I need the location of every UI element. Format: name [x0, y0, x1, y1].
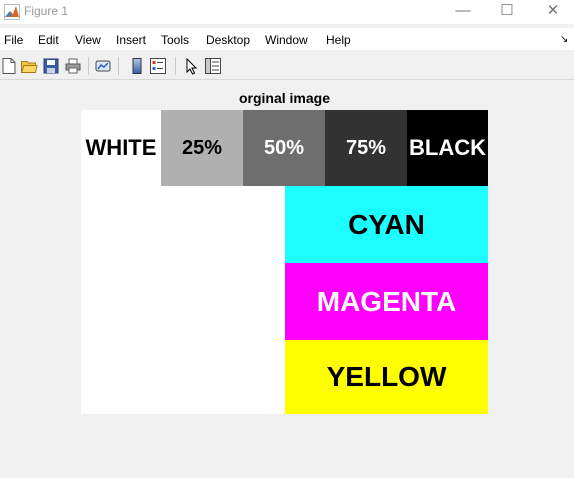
link-plot-icon[interactable]: [94, 57, 112, 75]
insert-legend-icon[interactable]: [149, 57, 167, 75]
toolbar-separator: [175, 57, 176, 75]
maximize-button[interactable]: ☐: [484, 0, 530, 24]
swatch-gray-50-label: 50%: [263, 136, 305, 159]
open-file-icon[interactable]: [20, 57, 38, 75]
toolbar-separator: [88, 57, 89, 75]
swatch-gray-50: 50%: [243, 110, 325, 186]
maximize-icon: ☐: [500, 2, 514, 19]
menu-bar: File Edit View Insert Tools Desktop Wind…: [0, 28, 574, 50]
swatch-magenta: MAGENTA: [285, 263, 488, 340]
minimize-button[interactable]: —: [440, 0, 486, 24]
toolbar-separator: [118, 57, 119, 75]
property-inspector-icon[interactable]: [204, 57, 222, 75]
menu-file[interactable]: File: [4, 33, 23, 47]
edit-plot-icon[interactable]: [183, 57, 201, 75]
close-icon: ✕: [546, 2, 560, 19]
swatch-gray-25-label: 25%: [181, 136, 223, 159]
swatch-cyan: CYAN: [285, 186, 488, 263]
swatch-cyan-label: CYAN: [348, 208, 425, 240]
menu-overflow-icon[interactable]: ↘: [560, 34, 568, 45]
swatch-black: BLACK: [407, 110, 488, 186]
menu-desktop[interactable]: Desktop: [206, 33, 250, 47]
swatch-magenta-label: MAGENTA: [316, 285, 457, 317]
menu-insert[interactable]: Insert: [116, 33, 146, 47]
menu-tools[interactable]: Tools: [161, 33, 189, 47]
image-display: WHITE 25% 50% 75% BLACK CYAN MAGENTA YEL…: [81, 110, 488, 414]
window-title: Figure 1: [24, 4, 69, 18]
swatch-gray-75-label: 75%: [345, 136, 387, 159]
menu-window[interactable]: Window: [265, 33, 308, 47]
close-button[interactable]: ✕: [530, 0, 574, 24]
swatch-gray-75: 75%: [325, 110, 407, 186]
swatch-black-label: BLACK: [409, 135, 486, 160]
swatch-yellow: YELLOW: [285, 340, 488, 414]
new-figure-icon[interactable]: [0, 57, 18, 75]
menu-help[interactable]: Help: [326, 33, 351, 47]
insert-colorbar-icon[interactable]: [128, 57, 146, 75]
print-icon[interactable]: [64, 57, 82, 75]
swatch-yellow-label: YELLOW: [326, 361, 447, 392]
minimize-icon: —: [455, 2, 471, 19]
swatch-white: WHITE: [81, 110, 161, 186]
swatch-white-label: WHITE: [85, 135, 157, 160]
menu-view[interactable]: View: [75, 33, 101, 47]
menu-edit[interactable]: Edit: [38, 33, 59, 47]
matlab-icon: [4, 4, 20, 20]
toolbar: [0, 53, 574, 80]
save-icon[interactable]: [42, 57, 60, 75]
swatch-gray-25: 25%: [161, 110, 243, 186]
axes-title: orginal image: [238, 90, 331, 106]
title-bar: Figure 1 — ☐ ✕: [0, 0, 574, 24]
